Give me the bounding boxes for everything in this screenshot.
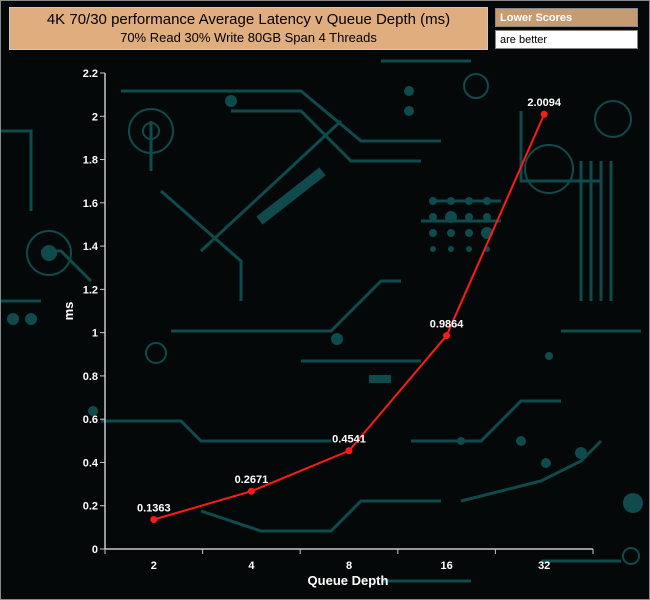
x-axis-ticks: 2 4 8 16 32	[104, 549, 594, 572]
series-group: 0.1363 0.2671 0.4541 0.9864 2.0094	[137, 97, 562, 524]
data-label: 2.0094	[527, 97, 562, 109]
y-tick-label: 2	[92, 111, 98, 123]
y-axis-ticks: 0 0.2 0.4 0.6 0.8 1 1.2 1.4 1.6 1.8 2 2.2	[83, 68, 105, 556]
series-line	[153, 113, 546, 521]
data-label: 0.4541	[332, 434, 366, 446]
y-tick-label: 0	[92, 544, 98, 556]
data-label: 0.1363	[137, 503, 171, 515]
chart-axes	[104, 73, 593, 550]
x-tick-label: 32	[538, 560, 550, 572]
x-tick-label: 4	[248, 560, 255, 572]
y-tick-label: 1.6	[83, 198, 98, 210]
y-tick-label: 0.6	[83, 414, 98, 426]
y-tick-label: 1	[92, 328, 98, 340]
y-tick-label: 1.4	[83, 241, 99, 253]
x-tick-label: 2	[151, 560, 157, 572]
y-tick-label: 2.2	[83, 68, 98, 80]
x-tick-label: 8	[346, 560, 352, 572]
y-tick-label: 1.2	[83, 284, 98, 296]
chart-frame: 4K 70/30 performance Average Latency v Q…	[0, 0, 650, 600]
data-point	[540, 110, 548, 118]
y-tick-label: 0.2	[83, 501, 98, 513]
data-point	[247, 487, 255, 495]
data-label: 0.9864	[430, 319, 465, 331]
data-label: 0.2671	[235, 474, 269, 486]
y-tick-label: 1.8	[83, 155, 98, 167]
y-axis-title: ms	[61, 302, 76, 321]
line-chart: 0 0.2 0.4 0.6 0.8 1 1.2 1.4 1.6 1.8 2 2.2 2 4 8 16 32 0…	[61, 68, 594, 588]
y-tick-label: 0.8	[83, 371, 98, 383]
data-point	[443, 332, 451, 340]
y-tick-label: 0.4	[83, 457, 99, 469]
data-point	[345, 447, 353, 455]
x-tick-label: 16	[440, 560, 452, 572]
x-axis-title: Queue Depth	[308, 573, 389, 588]
data-point	[150, 516, 158, 524]
